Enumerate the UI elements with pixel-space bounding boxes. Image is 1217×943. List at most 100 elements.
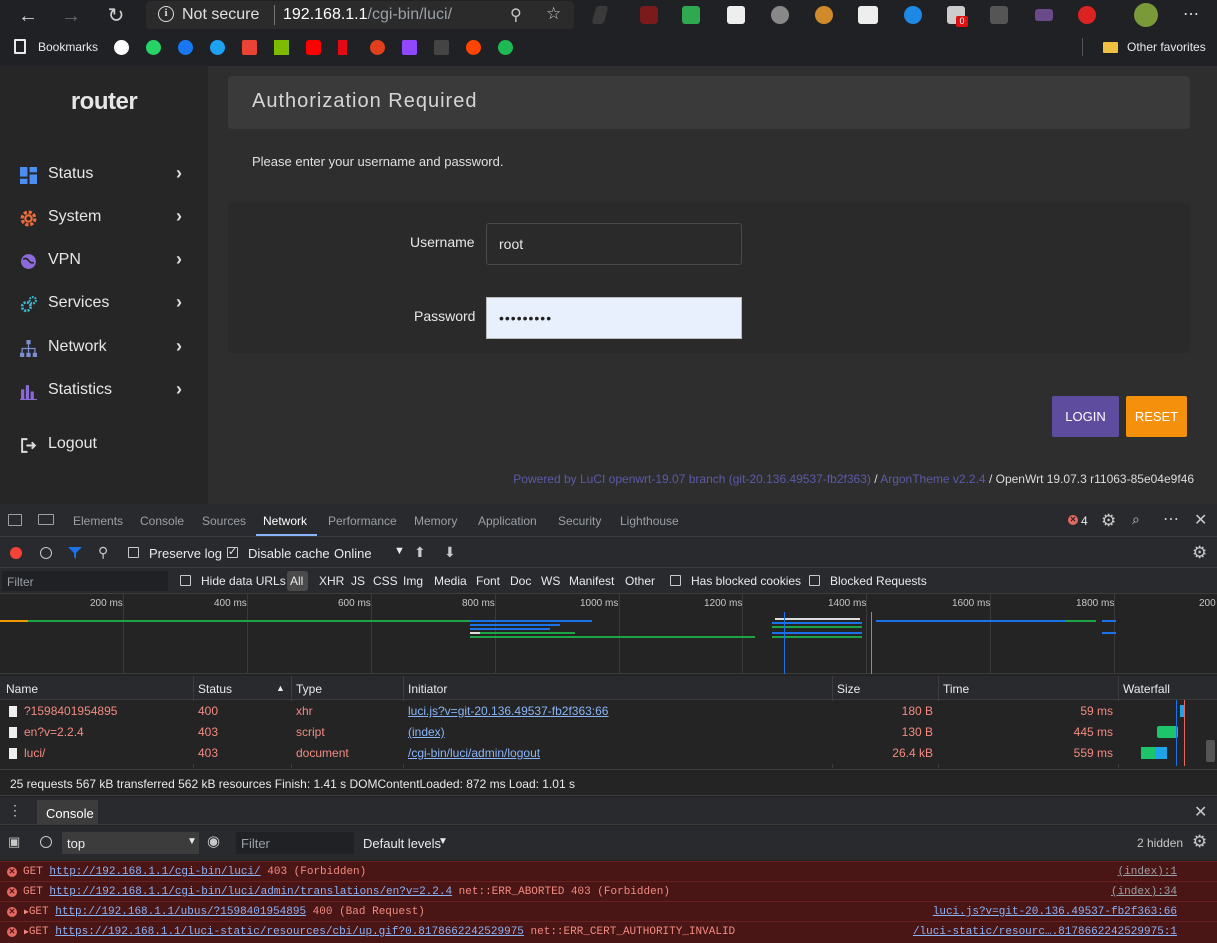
console-source-link[interactable]: luci.js?v=git-20.136.49537-fb2f363:66: [933, 906, 1177, 918]
console-url[interactable]: http://192.168.1.1/cgi-bin/luci/admin/tr…: [49, 886, 452, 898]
sidebar-item-logout[interactable]: Logout: [0, 430, 208, 460]
error-icon[interactable]: ✕: [1068, 515, 1078, 525]
drawer-tab-console[interactable]: Console: [46, 806, 94, 821]
extension-check-icon[interactable]: [682, 6, 700, 24]
twitter-icon[interactable]: [210, 40, 225, 55]
tab-memory[interactable]: Memory: [414, 514, 457, 528]
console-settings-icon[interactable]: ⚙: [1192, 832, 1207, 852]
whatsapp-icon[interactable]: [146, 40, 161, 55]
tab-console[interactable]: Console: [140, 514, 184, 528]
col-name[interactable]: Name: [6, 682, 38, 696]
spotify-icon[interactable]: [498, 40, 513, 55]
blocked-requests-checkbox[interactable]: [809, 575, 820, 586]
clear-console-icon[interactable]: [40, 836, 52, 848]
forward-icon[interactable]: →: [58, 3, 84, 29]
extension-list-icon[interactable]: [727, 6, 745, 24]
reddit-icon[interactable]: [466, 40, 481, 55]
record-icon[interactable]: [10, 547, 22, 559]
request-initiator[interactable]: /cgi-bin/luci/admin/logout: [408, 746, 540, 760]
microsoft-icon[interactable]: [274, 40, 289, 55]
username-field[interactable]: root: [486, 223, 742, 265]
extension-bookmark-icon[interactable]: [370, 40, 385, 55]
sidebar-item-network[interactable]: Network ›: [0, 333, 208, 363]
device-toolbar-icon[interactable]: [38, 514, 54, 525]
reload-icon[interactable]: ↻: [103, 3, 129, 29]
sidebar-item-vpn[interactable]: VPN ›: [0, 246, 208, 276]
extension-ublock-icon[interactable]: [640, 6, 658, 24]
console-error-line[interactable]: ✕ ▶GET http://192.168.1.1/ubus/?15984019…: [0, 901, 1217, 921]
type-filter-css[interactable]: CSS: [373, 574, 398, 588]
extension-c-icon[interactable]: [771, 6, 789, 24]
blocked-cookies-checkbox[interactable]: [670, 575, 681, 586]
table-scrollbar[interactable]: [1206, 740, 1215, 762]
argon-theme-link[interactable]: ArgonTheme v2.2.4: [880, 472, 985, 486]
console-error-line[interactable]: ✕ GET http://192.168.1.1/cgi-bin/luci/ad…: [0, 881, 1217, 901]
avatar[interactable]: [1134, 3, 1158, 27]
tab-security[interactable]: Security: [558, 514, 601, 528]
eye-icon[interactable]: ◉: [207, 832, 220, 850]
console-error-line[interactable]: ✕ ▶GET https://192.168.1.1/luci-static/r…: [0, 921, 1217, 943]
reset-button[interactable]: RESET: [1126, 396, 1187, 437]
col-status[interactable]: Status: [198, 682, 232, 696]
sidebar-item-status[interactable]: Status ›: [0, 160, 208, 190]
hide-data-urls-checkbox[interactable]: [180, 575, 191, 586]
disable-cache-checkbox[interactable]: [227, 545, 238, 558]
table-row[interactable]: en?v=2.2.4 403 script (index) 130 B 445 …: [0, 722, 1217, 743]
dev-icon[interactable]: [434, 40, 449, 55]
password-field[interactable]: •••••••••: [486, 297, 742, 339]
luci-link[interactable]: Powered by LuCI openwrt-19.07 branch (gi…: [513, 472, 871, 486]
type-filter-manifest[interactable]: Manifest: [569, 574, 614, 588]
log-levels-select[interactable]: Default levels ▼: [363, 832, 453, 854]
extension-blue-icon[interactable]: [904, 6, 922, 24]
extension-vpn-icon[interactable]: [858, 6, 878, 24]
context-select[interactable]: top ▼: [62, 832, 199, 854]
zoom-icon[interactable]: ⚲: [510, 5, 522, 25]
export-har-icon[interactable]: ⬇: [444, 544, 456, 561]
tab-network[interactable]: Network: [263, 514, 307, 528]
console-url[interactable]: https://192.168.1.1/luci-static/resource…: [55, 926, 524, 938]
more-options-icon[interactable]: ⋯: [1163, 509, 1179, 529]
more-menu-icon[interactable]: ⋯: [1183, 4, 1199, 24]
tab-elements[interactable]: Elements: [73, 514, 123, 528]
console-error-line[interactable]: ✕ GET http://192.168.1.1/cgi-bin/luci/ 4…: [0, 861, 1217, 881]
throttling-select[interactable]: Online ▼: [328, 543, 406, 563]
import-har-icon[interactable]: ⬆: [414, 544, 426, 561]
close-drawer-icon[interactable]: ✕: [1194, 802, 1207, 822]
console-source-link[interactable]: (index):1: [1118, 866, 1177, 878]
extension-red-icon[interactable]: [1078, 6, 1096, 24]
google-icon[interactable]: [114, 40, 129, 55]
table-row[interactable]: ?1598401954895 400 xhr luci.js?v=git-20.…: [0, 701, 1217, 722]
type-filter-ws[interactable]: WS: [541, 574, 560, 588]
network-filter-input[interactable]: Filter: [2, 571, 168, 591]
sidebar-item-services[interactable]: Services ›: [0, 289, 208, 319]
close-devtools-icon[interactable]: ✕: [1194, 510, 1207, 530]
tab-sources[interactable]: Sources: [202, 514, 246, 528]
clear-icon[interactable]: [40, 547, 52, 559]
gmail-icon[interactable]: [242, 40, 257, 55]
col-waterfall[interactable]: Waterfall: [1123, 682, 1170, 696]
back-icon[interactable]: ←: [15, 3, 41, 29]
tab-lighthouse[interactable]: Lighthouse: [620, 514, 679, 528]
extension-flag-icon[interactable]: [1035, 9, 1053, 21]
error-count[interactable]: 4: [1081, 514, 1088, 528]
type-filter-doc[interactable]: Doc: [510, 574, 531, 588]
console-url[interactable]: http://192.168.1.1/cgi-bin/luci/: [49, 866, 260, 878]
console-filter-input[interactable]: Filter: [236, 832, 354, 854]
bookmarks-label[interactable]: Bookmarks: [38, 40, 98, 54]
network-settings-icon[interactable]: ⚙: [1192, 543, 1207, 563]
type-filter-js[interactable]: JS: [351, 574, 365, 588]
col-initiator[interactable]: Initiator: [408, 682, 447, 696]
inspect-icon[interactable]: [8, 514, 22, 526]
star-icon[interactable]: ☆: [546, 4, 561, 24]
extension-cookie-icon[interactable]: [815, 6, 833, 24]
sidebar-item-statistics[interactable]: Statistics ›: [0, 376, 208, 406]
console-url[interactable]: http://192.168.1.1/ubus/?1598401954895: [55, 906, 306, 918]
extension-feather-icon[interactable]: [591, 6, 609, 24]
sidebar-toggle-icon[interactable]: ▣: [8, 834, 20, 850]
console-source-link[interactable]: /luci-static/resourc….8178662242529975:1: [913, 926, 1177, 938]
sidebar-item-system[interactable]: System ›: [0, 203, 208, 233]
type-filter-img[interactable]: Img: [403, 574, 423, 588]
console-source-link[interactable]: (index):34: [1111, 886, 1177, 898]
filter-icon[interactable]: [68, 547, 82, 559]
type-filter-other[interactable]: Other: [625, 574, 655, 588]
